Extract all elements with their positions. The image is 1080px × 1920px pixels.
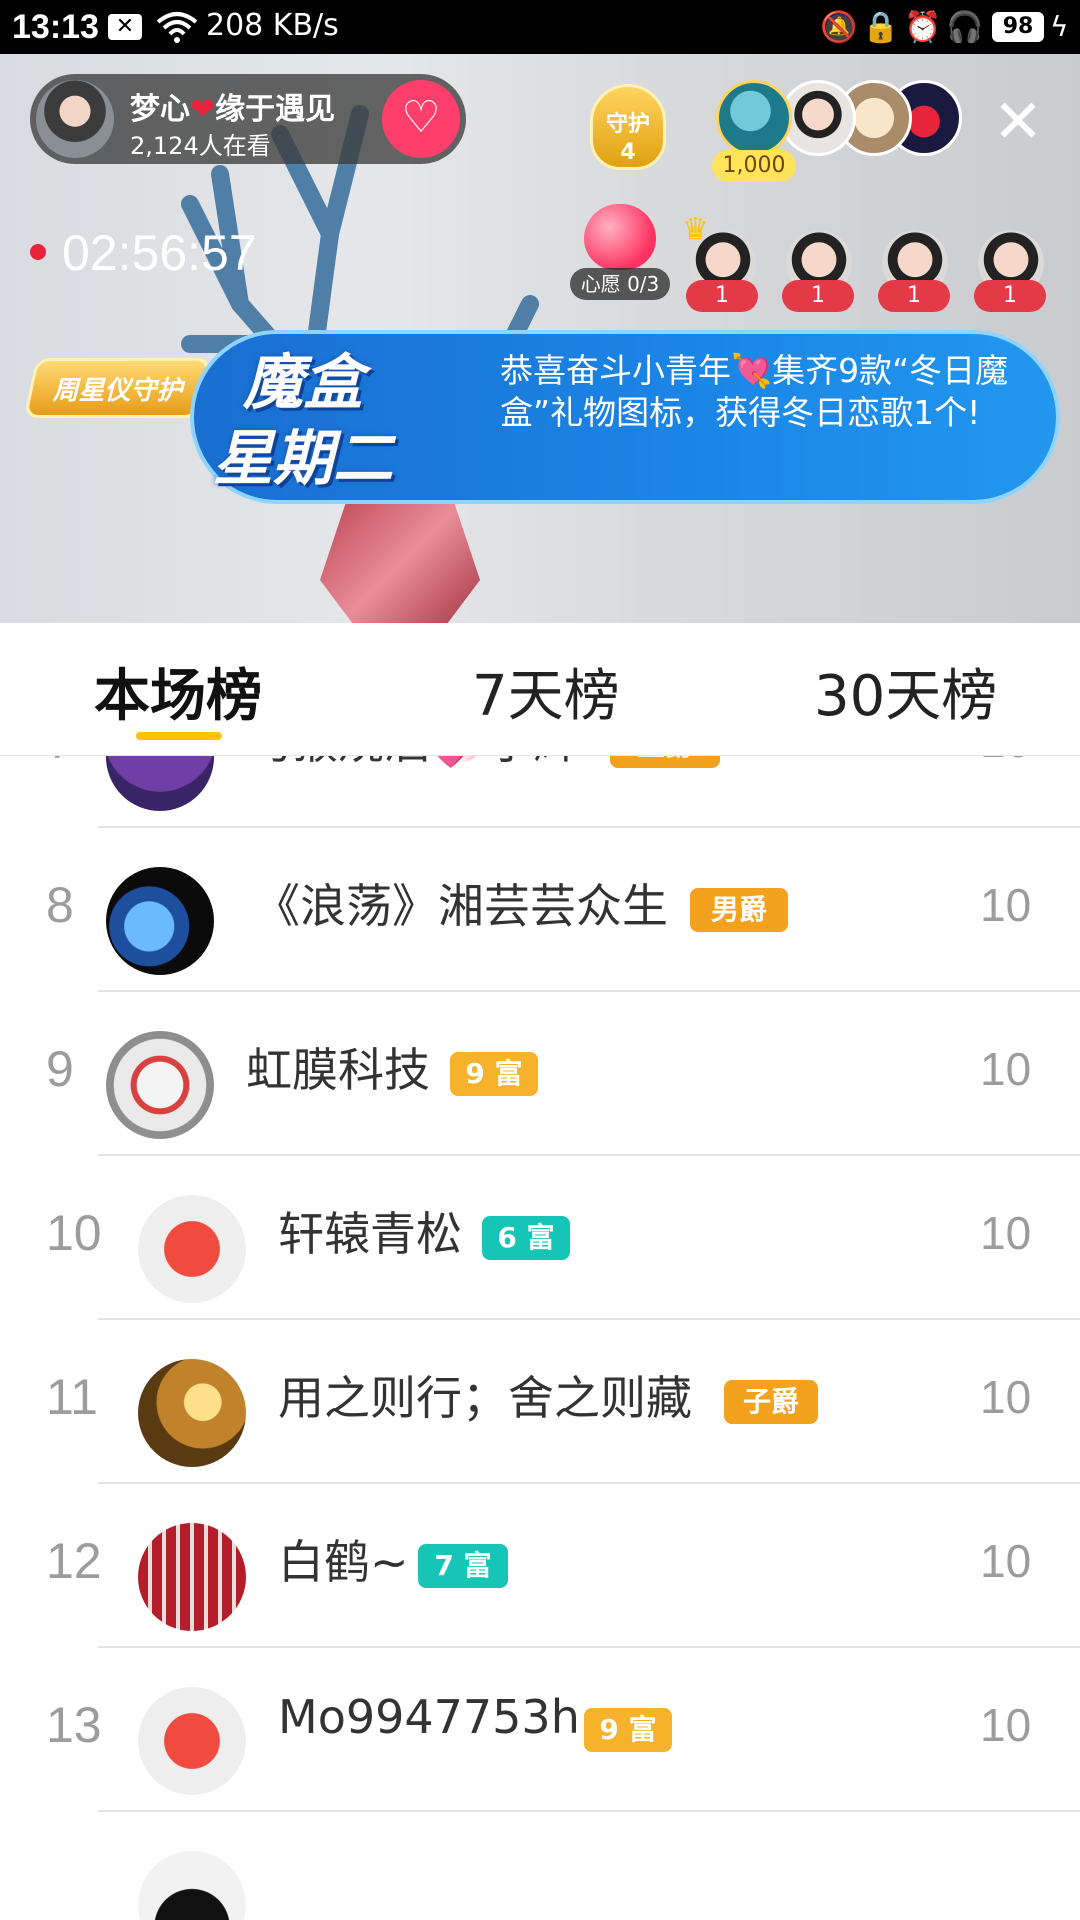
active-tab-indicator — [136, 732, 222, 740]
wish-progress: 心愿 0/3 — [570, 268, 670, 300]
rank-badge: 男爵 — [690, 888, 788, 932]
status-bar: 13:13 ✕ 208 KB/s 🔕 🔒 ⏰ 🎧 98 ϟ — [0, 0, 1080, 54]
host-name: 梦心❤缘于遇见 — [130, 92, 336, 127]
rank-badge: 王爵 — [610, 756, 720, 768]
list-item[interactable]: 10 轩辕青松 6 富 10 — [0, 1156, 1080, 1320]
live-stream-view[interactable]: 梦心❤缘于遇见 2,124人在看 ♡ 守护 4 1,000 ✕ 02:56:57… — [0, 54, 1080, 623]
rank-number: 13 — [46, 1697, 102, 1753]
avatar[interactable] — [106, 867, 214, 975]
banner-message: 恭喜奋斗小青年💘集齐9款“冬日魔盒”礼物图标，获得冬日恋歌1个! — [500, 351, 1009, 432]
rank-badge: 子爵 — [724, 1380, 818, 1424]
score: 10 — [980, 879, 1032, 931]
lock-rotation-icon: 🔒 — [862, 10, 900, 45]
user-name: 用之则行；舍之则藏 — [278, 1371, 692, 1425]
rank-number: 8 — [46, 877, 74, 933]
user-name: 马猴烧酒💞小辉 — [246, 756, 579, 772]
ranking-list[interactable]: 7 马猴烧酒💞小辉 王爵 10 8 《浪荡》湘芸芸众生 男爵 10 9 虹膜科技… — [0, 756, 1080, 1920]
rank-number: 7 — [46, 756, 74, 770]
rank-number: 12 — [46, 1533, 102, 1589]
magic-box-logo: 魔盒 星期二 — [213, 348, 393, 494]
notification-x-icon: ✕ — [108, 14, 142, 40]
status-time: 13:13 — [12, 8, 99, 46]
rank-number: 10 — [46, 1205, 102, 1261]
user-name: Mo9947753h — [278, 1690, 580, 1744]
avatar[interactable] — [138, 1523, 246, 1631]
rank-badge: 9 富 — [584, 1708, 672, 1752]
headphones-icon: 🎧 — [946, 10, 984, 45]
mute-bell-icon: 🔕 — [820, 10, 858, 45]
rank-badge: 6 富 — [482, 1216, 570, 1260]
contributor-count: 1 — [686, 280, 758, 312]
medal-text: 周星仪守护 — [52, 376, 183, 406]
top-fan-avatar[interactable] — [716, 80, 792, 156]
wifi-icon — [156, 12, 198, 43]
score: 10 — [980, 1207, 1032, 1259]
live-indicator-dot — [30, 244, 46, 260]
score: 10 — [980, 1371, 1032, 1423]
list-item[interactable]: 12 白鹤~ 7 富 10 — [0, 1484, 1080, 1648]
guard-count: 4 — [620, 140, 636, 165]
user-name: 轩辕青松 — [278, 1207, 462, 1261]
list-item-partial[interactable] — [0, 1812, 1080, 1920]
follow-heart-button[interactable]: ♡ — [382, 80, 460, 158]
score: 10 — [980, 756, 1031, 768]
tab-7-days[interactable]: 7天榜 — [472, 651, 620, 732]
viewer-count: 2,124人在看 — [130, 132, 271, 160]
host-avatar[interactable] — [36, 80, 114, 158]
live-timer: 02:56:57 — [62, 225, 257, 281]
contributor-count: 1 — [782, 280, 854, 312]
guard-label: 守护 — [605, 112, 650, 137]
tab-current-session[interactable]: 本场榜 — [94, 651, 262, 732]
avatar[interactable] — [106, 1031, 214, 1139]
list-item[interactable]: 7 马猴烧酒💞小辉 王爵 10 — [0, 756, 1080, 828]
user-name: 虹膜科技 — [246, 1043, 430, 1097]
ranking-tabs: 本场榜 7天榜 30天榜 — [0, 623, 1080, 756]
contributor-count: 1 — [974, 280, 1046, 312]
battery-icon: 98 — [992, 12, 1044, 42]
avatar[interactable] — [138, 1851, 246, 1920]
wish-heart-icon[interactable] — [578, 204, 662, 274]
rank-badge: 9 富 — [450, 1052, 538, 1096]
avatar[interactable] — [106, 756, 214, 811]
default-avatar[interactable] — [138, 1687, 246, 1795]
score: 10 — [980, 1043, 1032, 1095]
tab-30-days[interactable]: 30天榜 — [814, 651, 997, 732]
score: 10 — [980, 1699, 1032, 1751]
list-item[interactable]: 9 虹膜科技 9 富 10 — [0, 992, 1080, 1156]
charging-icon: ϟ — [1050, 10, 1069, 43]
user-name: 《浪荡》湘芸芸众生 — [254, 879, 668, 933]
top-fan-score: 1,000 — [712, 150, 796, 182]
list-item[interactable]: 11 用之则行；舍之则藏 子爵 10 — [0, 1320, 1080, 1484]
weekly-star-medal[interactable]: 周星仪守护 — [23, 344, 212, 424]
score: 10 — [980, 1535, 1032, 1587]
list-item[interactable]: 13 Mo9947753h 9 富 10 — [0, 1648, 1080, 1812]
contributor-count: 1 — [878, 280, 950, 312]
rank-number: 9 — [46, 1041, 74, 1097]
avatar[interactable] — [138, 1359, 246, 1467]
user-name: 白鹤~ — [278, 1535, 409, 1589]
rank-number: 11 — [46, 1369, 98, 1425]
network-speed: 208 KB/s — [206, 8, 339, 43]
guard-badge[interactable]: 守护 4 — [584, 84, 672, 180]
list-item[interactable]: 8 《浪荡》湘芸芸众生 男爵 10 — [0, 828, 1080, 992]
close-icon[interactable]: ✕ — [990, 92, 1046, 152]
alarm-icon: ⏰ — [904, 10, 942, 45]
rank-badge: 7 富 — [418, 1544, 508, 1588]
default-avatar[interactable] — [138, 1195, 246, 1303]
host-info-card[interactable]: 梦心❤缘于遇见 2,124人在看 ♡ — [30, 74, 466, 164]
